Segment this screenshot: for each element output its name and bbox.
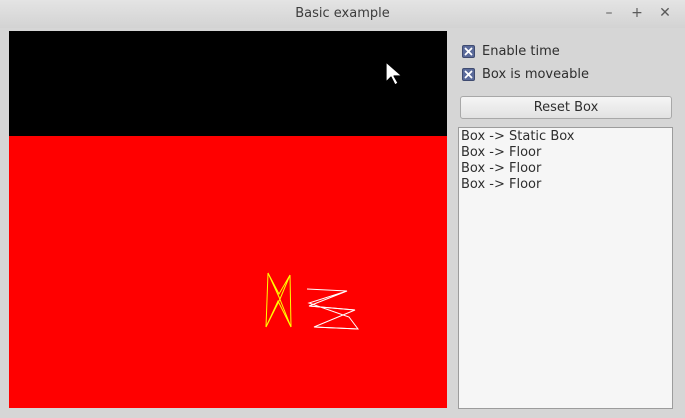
log-line: Box -> Floor: [461, 177, 542, 192]
moving-box-wireframe: [265, 272, 292, 328]
moving-box-edge-left: [265, 272, 269, 328]
title-bar[interactable]: Basic example – + ✕: [0, 0, 685, 28]
log-line: Box -> Static Box: [461, 129, 575, 144]
box-moveable-label[interactable]: Box is moveable: [482, 67, 589, 82]
static-box-wireframe: [306, 288, 360, 330]
reset-box-button[interactable]: Reset Box: [460, 96, 672, 119]
physics-viewport[interactable]: [9, 31, 447, 408]
physics-shapes: [265, 272, 360, 330]
enable-time-label[interactable]: Enable time: [482, 44, 560, 59]
close-button[interactable]: ✕: [655, 4, 675, 24]
mouse-cursor-icon: [385, 61, 403, 86]
enable-time-checkbox[interactable]: Enable time: [462, 42, 560, 60]
box-moveable-check-icon[interactable]: [462, 67, 475, 81]
static-box-edge-mid: [308, 305, 356, 311]
static-box-edge-bottom: [313, 326, 359, 330]
maximize-button[interactable]: +: [627, 4, 647, 24]
collision-log-list[interactable]: Box -> Static Box Box -> Floor Box -> Fl…: [458, 127, 673, 409]
moving-box-edge-right: [289, 274, 292, 328]
log-line: Box -> Floor: [461, 145, 542, 160]
box-moveable-checkbox[interactable]: Box is moveable: [462, 65, 589, 83]
enable-time-check-icon[interactable]: [462, 44, 475, 58]
window-title: Basic example: [295, 6, 390, 21]
log-line: Box -> Floor: [461, 161, 542, 176]
app-window: Basic example – + ✕ Enable time Box is m…: [0, 0, 685, 418]
minimize-button[interactable]: –: [599, 4, 619, 24]
